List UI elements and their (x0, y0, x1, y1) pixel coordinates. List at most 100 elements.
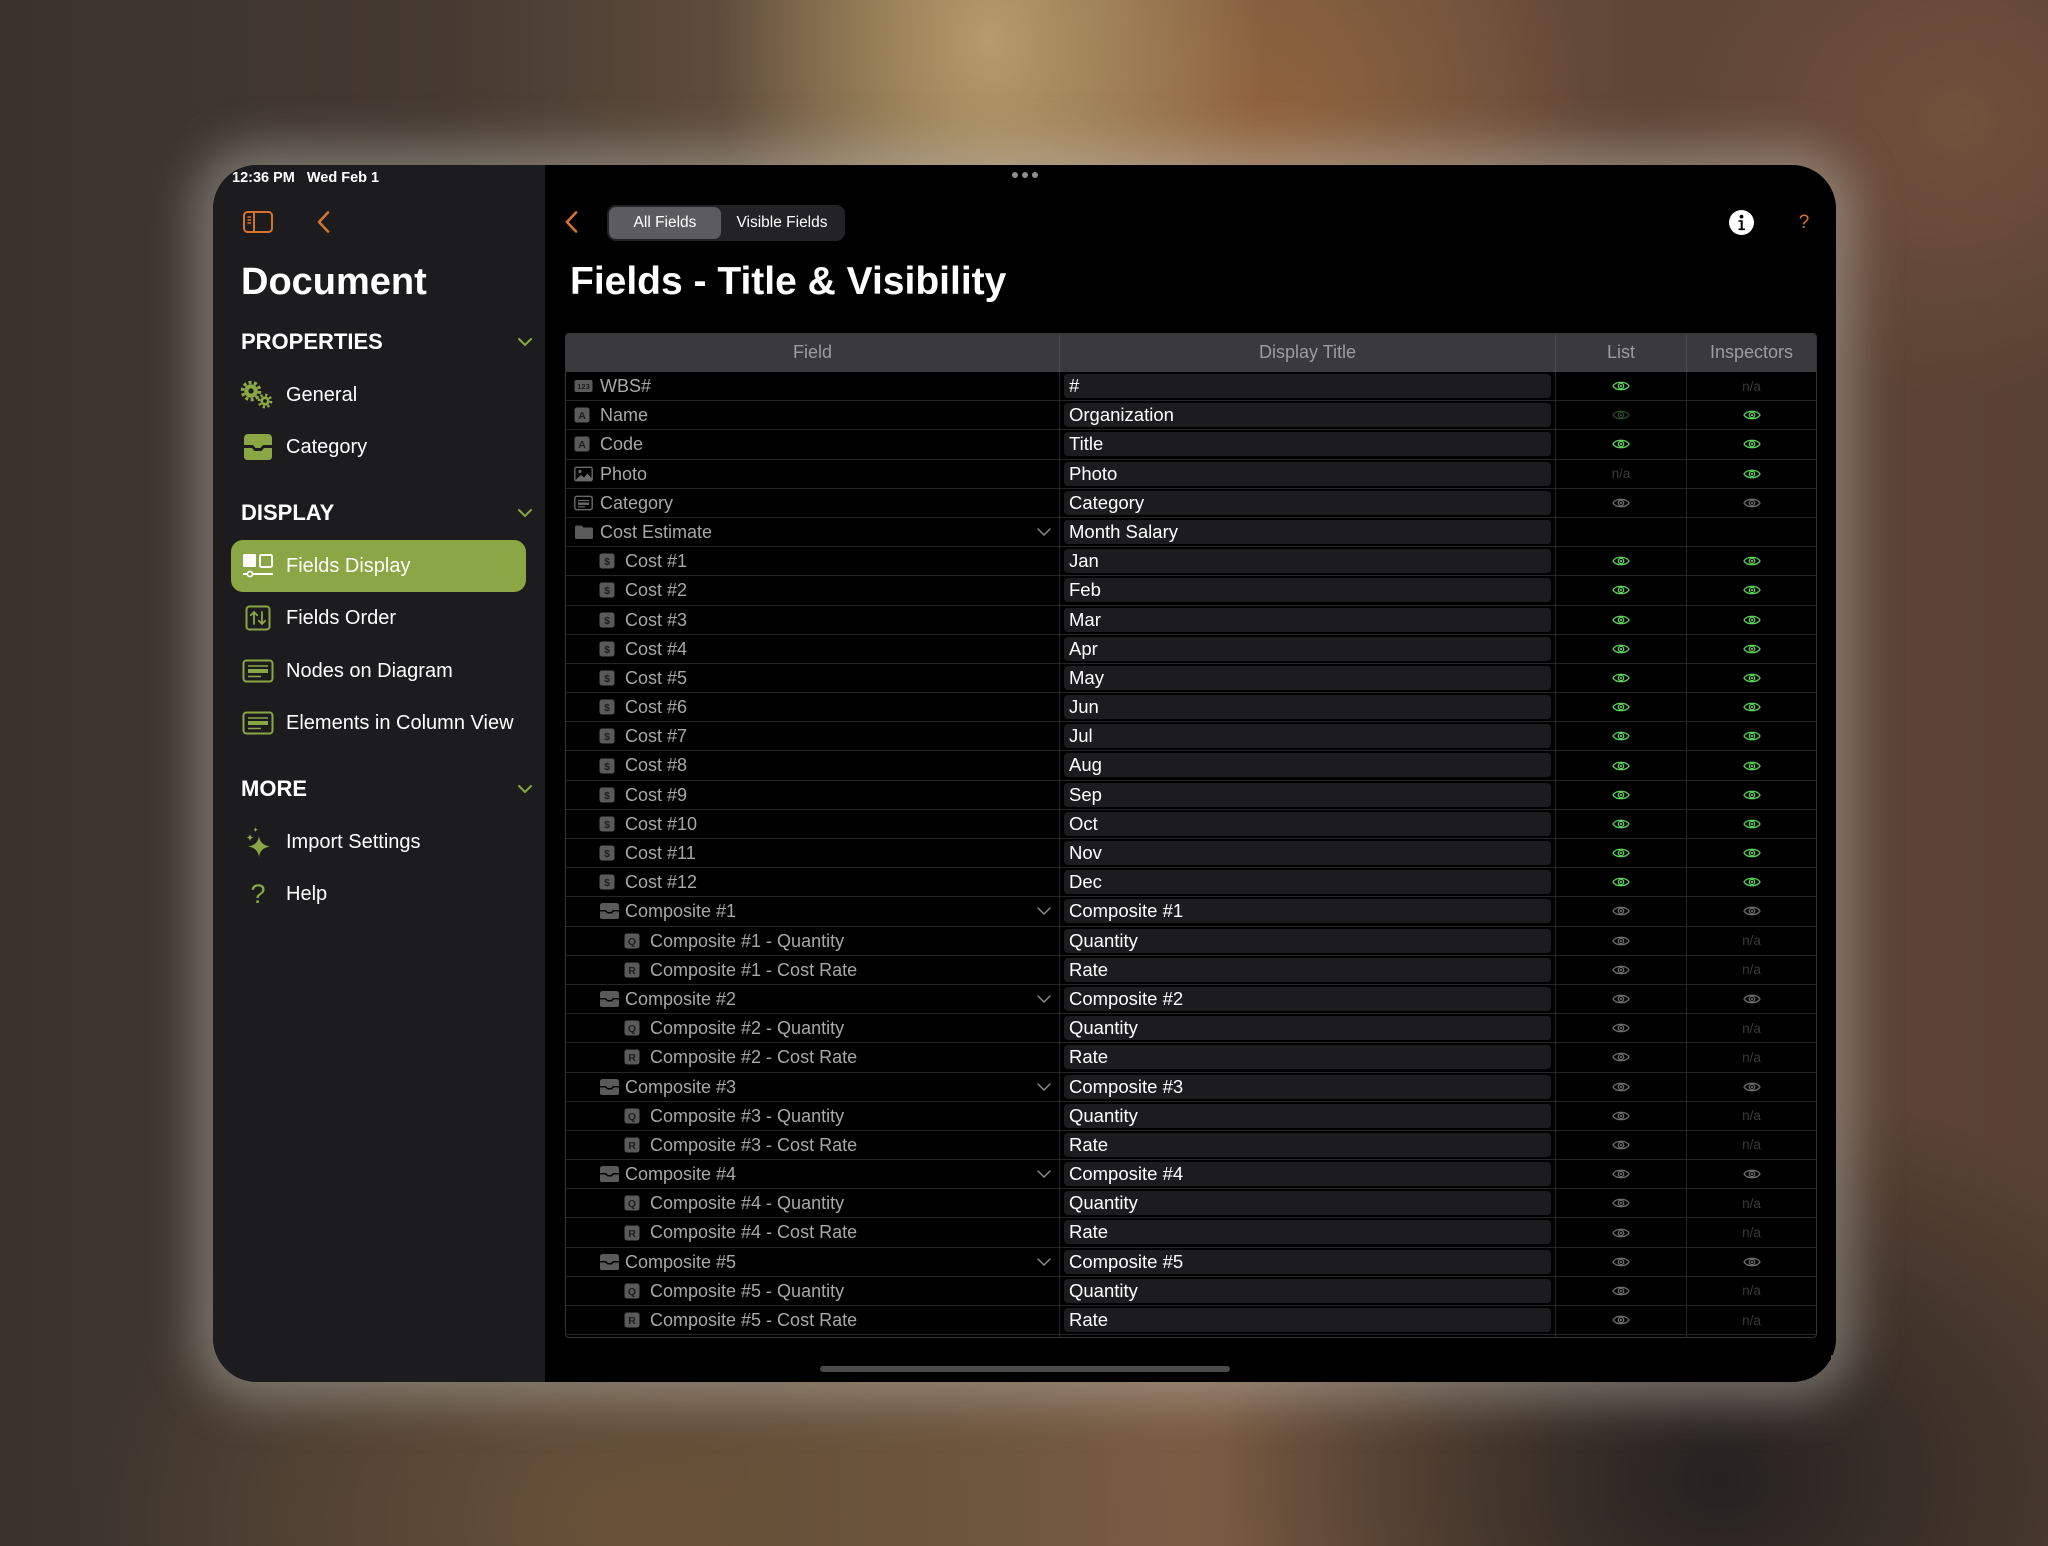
eye-icon[interactable] (1612, 1197, 1630, 1209)
inspectors-visibility-toggle[interactable] (1687, 401, 1816, 429)
eye-icon[interactable] (1612, 1168, 1630, 1180)
display-title-input[interactable] (1064, 1220, 1551, 1245)
inspectors-visibility-toggle[interactable] (1687, 1248, 1816, 1276)
eye-icon[interactable] (1742, 789, 1761, 801)
display-title-input[interactable] (1064, 899, 1551, 924)
list-visibility-toggle[interactable] (1556, 693, 1687, 722)
info-button[interactable] (1728, 209, 1755, 236)
list-visibility-toggle[interactable] (1556, 372, 1687, 401)
list-visibility-toggle[interactable] (1556, 839, 1687, 868)
eye-icon[interactable] (1612, 701, 1630, 713)
sidebar-item-nodes-on-diagram[interactable]: Nodes on Diagram (231, 645, 526, 697)
eye-icon[interactable] (1612, 730, 1630, 742)
inspectors-visibility-toggle[interactable] (1687, 693, 1816, 721)
display-title-input[interactable] (1064, 1249, 1551, 1274)
chevron-down-icon[interactable] (1037, 907, 1051, 916)
list-visibility-toggle[interactable] (1556, 809, 1687, 838)
eye-icon[interactable] (1742, 643, 1761, 655)
list-visibility-toggle[interactable] (1556, 1306, 1687, 1335)
display-title-input[interactable] (1064, 753, 1551, 778)
display-title-input[interactable] (1064, 986, 1551, 1011)
inspectors-visibility-toggle[interactable] (1687, 1160, 1816, 1188)
list-visibility-toggle[interactable] (1556, 547, 1687, 576)
list-visibility-toggle[interactable] (1556, 1247, 1687, 1276)
list-visibility-toggle[interactable] (1556, 1218, 1687, 1247)
display-title-input[interactable] (1064, 1162, 1551, 1187)
sidebar-item-fields-order[interactable]: Fields Order (231, 592, 526, 644)
eye-icon[interactable] (1612, 876, 1630, 888)
inspectors-visibility-toggle[interactable] (1687, 547, 1816, 575)
help-button[interactable]: ? (1794, 209, 1814, 236)
table-body[interactable]: 123 WBS# n/a A Name A Code Photo n/a Category Cost… (566, 372, 1816, 1337)
chevron-down-icon[interactable] (517, 337, 533, 347)
sidebar-item-help[interactable]: ? Help (231, 868, 526, 920)
inspectors-visibility-toggle[interactable] (1687, 489, 1816, 517)
list-visibility-toggle[interactable] (1556, 1014, 1687, 1043)
chevron-down-icon[interactable] (1037, 1257, 1051, 1266)
eye-icon[interactable] (1612, 1256, 1630, 1268)
display-title-input[interactable] (1064, 519, 1551, 544)
display-title-input[interactable] (1064, 841, 1551, 865)
eye-icon[interactable] (1612, 935, 1630, 947)
eye-icon[interactable] (1612, 847, 1630, 859)
eye-icon[interactable] (1612, 760, 1630, 772)
list-visibility-toggle[interactable] (1556, 576, 1687, 605)
display-title-input[interactable] (1064, 957, 1551, 982)
eye-icon[interactable] (1612, 614, 1630, 626)
list-visibility-toggle[interactable] (1556, 1130, 1687, 1160)
inspectors-visibility-toggle[interactable] (1687, 985, 1816, 1013)
display-title-input[interactable] (1064, 1045, 1551, 1070)
list-visibility-toggle[interactable] (1556, 897, 1687, 926)
eye-icon[interactable] (1612, 380, 1630, 392)
list-visibility-toggle[interactable] (1556, 1101, 1687, 1130)
eye-icon[interactable] (1612, 993, 1630, 1005)
inspectors-visibility-toggle[interactable] (1687, 897, 1816, 925)
eye-icon[interactable] (1742, 1168, 1761, 1180)
eye-icon[interactable] (1612, 1110, 1630, 1122)
sidebar-toggle-button[interactable] (243, 211, 273, 233)
display-title-input[interactable] (1064, 811, 1551, 836)
resize-corner-icon[interactable] (1815, 1353, 1836, 1377)
eye-icon[interactable] (1742, 905, 1761, 917)
eye-icon[interactable] (1612, 964, 1630, 976)
list-visibility-toggle[interactable] (1556, 1043, 1687, 1072)
display-title-input[interactable] (1064, 1132, 1551, 1157)
display-title-input[interactable] (1064, 461, 1551, 486)
eye-icon[interactable] (1742, 760, 1761, 772)
eye-icon[interactable] (1612, 672, 1630, 684)
inspectors-visibility-toggle[interactable] (1687, 664, 1816, 692)
list-visibility-toggle[interactable] (1556, 751, 1687, 780)
eye-icon[interactable] (1742, 730, 1761, 742)
inspectors-visibility-toggle[interactable] (1687, 868, 1816, 896)
display-title-input[interactable] (1064, 870, 1551, 895)
chevron-down-icon[interactable] (1037, 1082, 1051, 1091)
eye-icon[interactable] (1612, 555, 1630, 567)
eye-icon[interactable] (1742, 614, 1761, 626)
list-visibility-toggle[interactable] (1556, 430, 1687, 459)
chevron-down-icon[interactable] (517, 784, 533, 794)
list-visibility-toggle[interactable] (1556, 663, 1687, 693)
inspectors-visibility-toggle[interactable] (1687, 635, 1816, 663)
list-visibility-toggle[interactable] (1556, 488, 1687, 517)
sidebar-item-general[interactable]: General (231, 369, 526, 421)
display-title-input[interactable] (1064, 665, 1551, 690)
inspectors-visibility-toggle[interactable] (1687, 810, 1816, 838)
list-visibility-toggle[interactable] (1556, 1072, 1687, 1101)
inspectors-visibility-toggle[interactable] (1687, 781, 1816, 809)
eye-icon[interactable] (1742, 672, 1761, 684)
display-title-input[interactable] (1064, 1278, 1551, 1303)
eye-icon[interactable] (1612, 1139, 1630, 1151)
sidebar-item-elements-in-column-view[interactable]: Elements in Column View (231, 697, 526, 749)
list-visibility-toggle[interactable] (1556, 1276, 1687, 1305)
home-indicator[interactable] (820, 1366, 1230, 1372)
inspectors-visibility-toggle[interactable] (1687, 751, 1816, 779)
segment-all-fields[interactable]: All Fields (609, 207, 721, 239)
inspectors-visibility-toggle[interactable] (1687, 839, 1816, 867)
eye-icon[interactable] (1742, 1081, 1761, 1093)
eye-icon[interactable] (1612, 1227, 1630, 1239)
eye-icon[interactable] (1742, 701, 1761, 713)
list-visibility-toggle[interactable] (1556, 1189, 1687, 1218)
eye-icon[interactable] (1612, 1022, 1630, 1034)
display-title-input[interactable] (1064, 782, 1551, 807)
display-title-input[interactable] (1064, 1074, 1551, 1099)
